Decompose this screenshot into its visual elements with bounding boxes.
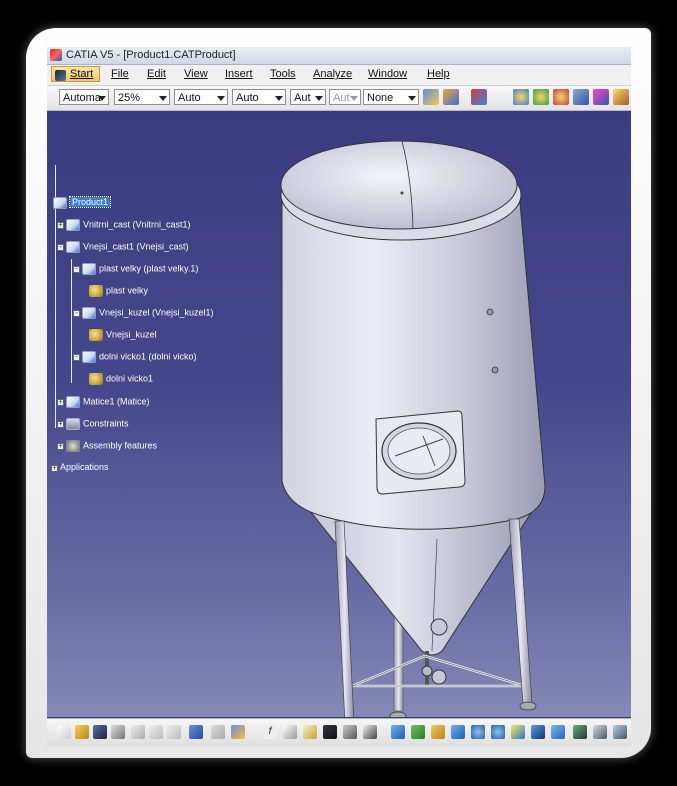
product-icon [53, 197, 67, 209]
layer-combo-disabled: Aut [329, 89, 361, 105]
menu-tools[interactable]: Tools [270, 68, 296, 80]
constraints-icon [66, 418, 80, 430]
graph-tree-reorder-icon[interactable] [613, 89, 629, 105]
tree-icon[interactable] [363, 725, 377, 739]
tree-node-assembly-features[interactable]: + Assembly features [57, 440, 157, 452]
point-type-combo[interactable]: Aut [290, 89, 326, 105]
paste-icon[interactable] [167, 725, 181, 739]
product-icon [66, 219, 80, 231]
menu-window[interactable]: Window [368, 68, 407, 80]
function-icon[interactable]: f [263, 725, 277, 739]
tree-node-constraints[interactable]: + Constraints [57, 418, 129, 430]
normal-view-icon[interactable] [511, 725, 525, 739]
expand-icon[interactable]: + [57, 421, 64, 429]
catia-window: CATIA V5 - [Product1.CATProduct] Start F… [47, 47, 631, 746]
start-icon [55, 70, 66, 81]
collapse-icon[interactable]: - [57, 244, 64, 252]
part-instance-icon [82, 351, 96, 363]
thickness-combo[interactable]: Auto [174, 89, 228, 105]
print-icon[interactable] [111, 725, 125, 739]
zoom-out-icon[interactable] [491, 725, 505, 739]
assembly-features-icon [66, 440, 80, 452]
format-painter-icon[interactable] [423, 89, 439, 105]
catia-logo-icon [50, 49, 62, 61]
menu-view[interactable]: View [184, 68, 208, 80]
cut-icon[interactable] [131, 725, 145, 739]
tree-node-vnejsi-kuzel-part[interactable]: Vnejsi_kuzel [89, 329, 157, 341]
menu-analyze[interactable]: Analyze [313, 68, 352, 80]
expand-icon[interactable]: + [51, 465, 58, 472]
hide-show-icon[interactable] [593, 725, 607, 739]
collapse-icon[interactable]: - [73, 310, 80, 318]
part-gear-icon [89, 285, 103, 297]
collapse-icon[interactable]: - [73, 266, 80, 274]
menu-start[interactable]: Start [51, 66, 101, 82]
save-icon[interactable] [93, 725, 107, 739]
tree-node-vnejsi-kuzel-instance[interactable]: - Vnejsi_kuzel (Vnejsi_kuzel1) [73, 307, 214, 319]
tree-node-dolni-vicko-instance[interactable]: - dolni vicko1 (dolni vicko) [73, 351, 197, 363]
part-gear-icon [89, 329, 103, 341]
tools-palette-icon[interactable] [323, 725, 337, 739]
tree-node-matice1[interactable]: + Matice1 (Matice) [57, 396, 150, 408]
new-icon[interactable] [57, 725, 71, 739]
tree-node-vnejsi-cast1[interactable]: - Vnejsi_cast1 (Vnejsi_cast) [57, 241, 189, 253]
rotate-icon[interactable] [451, 725, 465, 739]
comment-icon[interactable] [283, 725, 297, 739]
pan-icon[interactable] [431, 725, 445, 739]
expand-icon[interactable]: + [57, 222, 64, 230]
line-weight-combo[interactable]: Auto [232, 89, 286, 105]
open-icon[interactable] [75, 725, 89, 739]
existing-component-icon[interactable] [573, 89, 589, 105]
zoom-in-icon[interactable] [471, 725, 485, 739]
menu-insert[interactable]: Insert [225, 68, 253, 80]
component-icon[interactable] [533, 89, 549, 105]
shading-icon[interactable] [573, 725, 587, 739]
part-instance-icon [82, 263, 96, 275]
multi-view-icon[interactable] [531, 725, 545, 739]
analysis-icon[interactable] [343, 725, 357, 739]
tree-node-plast-velky-instance[interactable]: - plast velky (plast velky.1) [73, 263, 198, 275]
undo-icon[interactable] [189, 725, 203, 739]
part-gear-icon [89, 373, 103, 385]
title-bar: CATIA V5 - [Product1.CATProduct] [47, 47, 631, 65]
3d-viewport[interactable]: Product1 + Vnitrni_cast (Vnitrni_cast1) -… [47, 111, 631, 717]
fit-all-icon[interactable] [411, 725, 425, 739]
redo-icon[interactable] [211, 725, 225, 739]
menu-edit[interactable]: Edit [147, 68, 166, 80]
whats-this-icon[interactable] [231, 725, 245, 739]
transparency-combo[interactable]: 25% [114, 89, 170, 105]
tree-node-dolni-vicko-part[interactable]: dolni vicko1 [89, 373, 153, 385]
graphic-properties-icon[interactable] [443, 89, 459, 105]
expand-icon[interactable]: + [57, 399, 64, 407]
layer-combo[interactable]: None [363, 89, 419, 105]
swap-visible-space-icon[interactable] [613, 725, 627, 739]
replace-component-icon[interactable] [593, 89, 609, 105]
collapse-icon[interactable]: - [73, 354, 80, 362]
light-icon[interactable] [303, 725, 317, 739]
menu-bar: Start File Edit View Insert Tools Analyz… [47, 65, 631, 86]
part-icon[interactable] [553, 89, 569, 105]
menu-help[interactable]: Help [427, 68, 450, 80]
fly-mode-icon[interactable] [391, 725, 405, 739]
linetype-combo[interactable]: Automa [59, 89, 109, 105]
product-icon [66, 396, 80, 408]
tree-branch-line [71, 259, 72, 383]
product-icon [66, 241, 80, 253]
standard-toolbar: f [47, 718, 631, 746]
menu-file[interactable]: File [111, 68, 129, 80]
part-instance-icon [82, 307, 96, 319]
window-title: CATIA V5 - [Product1.CATProduct] [66, 49, 236, 61]
copy-icon[interactable] [149, 725, 163, 739]
product-icon[interactable] [513, 89, 529, 105]
tree-node-root[interactable]: Product1 [53, 196, 112, 209]
fermentation-tank-model [280, 140, 546, 717]
graphic-properties-toolbar: Automa 25% Auto Auto Aut Aut None [47, 86, 631, 111]
tree-node-vnitrni-cast[interactable]: + Vnitrni_cast (Vnitrni_cast1) [57, 219, 191, 231]
tree-node-plast-velky-part[interactable]: plast velky [89, 285, 148, 297]
isometric-view-icon[interactable] [551, 725, 565, 739]
expand-icon[interactable]: + [57, 443, 64, 451]
tree-node-applications[interactable]: + Applications [51, 462, 109, 472]
select-icon[interactable] [471, 89, 487, 105]
